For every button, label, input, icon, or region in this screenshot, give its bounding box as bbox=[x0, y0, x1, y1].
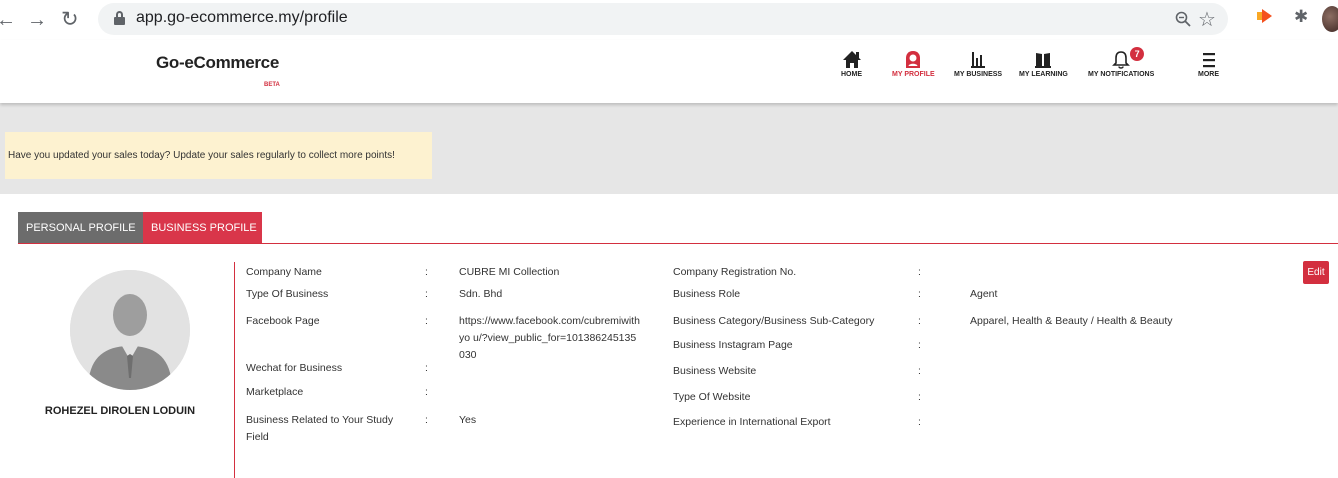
value-type-of-business: Sdn. Bhd bbox=[459, 288, 503, 300]
browser-toolbar: ← → ↻ app.go-ecommerce.my/profile ☆ ✱ bbox=[0, 0, 1338, 40]
separator: : bbox=[918, 339, 921, 351]
label-business-related-study: Business Related to Your Study Field bbox=[246, 414, 394, 443]
hamburger-icon bbox=[1202, 53, 1215, 68]
nav-my-business-label: MY BUSINESS bbox=[954, 71, 1003, 78]
label-international-export: Experience in International Export bbox=[673, 416, 831, 428]
business-chart-icon bbox=[971, 52, 986, 68]
nav-more[interactable]: MORE bbox=[1198, 49, 1219, 78]
value-business-role: Agent bbox=[970, 288, 998, 300]
label-type-of-business: Type Of Business bbox=[246, 288, 329, 300]
bell-wrapper: 7 bbox=[1111, 47, 1145, 71]
separator: : bbox=[425, 315, 428, 327]
profile-tabs: PERSONAL PROFILE BUSINESS PROFILE bbox=[18, 212, 262, 244]
nav-my-profile-label: MY PROFILE bbox=[892, 71, 935, 78]
label-marketplace: Marketplace bbox=[246, 386, 304, 398]
value-facebook-page[interactable]: https://www.facebook.com/cubremiwithyo u… bbox=[459, 313, 641, 364]
browser-avatar[interactable] bbox=[1322, 6, 1338, 32]
address-bar[interactable]: app.go-ecommerce.my/profile ☆ bbox=[98, 3, 1228, 35]
back-icon[interactable]: ← bbox=[0, 8, 16, 32]
lock-icon bbox=[114, 11, 125, 25]
separator: : bbox=[425, 362, 428, 374]
separator: : bbox=[918, 391, 921, 403]
home-icon bbox=[842, 51, 861, 68]
sales-notice: Have you updated your sales today? Updat… bbox=[5, 132, 432, 179]
url-text[interactable]: app.go-ecommerce.my/profile bbox=[136, 9, 348, 27]
site-header: Go-eCommerce BETA HOME MY PROFILE MY BUS… bbox=[0, 40, 1338, 103]
zoom-icon[interactable] bbox=[1175, 11, 1191, 27]
extension-arrow-icon[interactable] bbox=[1262, 9, 1272, 23]
book-icon bbox=[1035, 53, 1052, 68]
value-business-related-study: Yes bbox=[459, 414, 477, 426]
forward-icon[interactable]: → bbox=[27, 8, 47, 32]
separator: : bbox=[425, 266, 428, 278]
edit-button[interactable]: Edit bbox=[1303, 261, 1329, 284]
puzzle-icon[interactable]: ✱ bbox=[1294, 7, 1308, 27]
label-wechat: Wechat for Business bbox=[246, 362, 343, 374]
nav-home[interactable]: HOME bbox=[841, 49, 862, 78]
separator: : bbox=[918, 266, 921, 278]
nav-my-notifications-label: MY NOTIFICATIONS bbox=[1088, 71, 1155, 78]
beta-label: BETA bbox=[264, 82, 280, 88]
nav-more-label: MORE bbox=[1198, 71, 1219, 78]
separator: : bbox=[425, 414, 428, 426]
label-instagram-page: Business Instagram Page bbox=[673, 339, 793, 351]
value-company-name: CUBRE MI Collection bbox=[459, 266, 560, 278]
nav-my-learning[interactable]: MY LEARNING bbox=[1019, 49, 1068, 78]
value-business-category: Apparel, Health & Beauty / Health & Beau… bbox=[970, 315, 1173, 327]
nav-my-learning-label: MY LEARNING bbox=[1019, 71, 1068, 78]
bell-icon bbox=[1112, 51, 1131, 69]
label-business-website: Business Website bbox=[673, 365, 757, 377]
separator: : bbox=[918, 365, 921, 377]
site-logo[interactable]: Go-eCommerce bbox=[156, 53, 279, 73]
label-business-category: Business Category/Business Sub-Category bbox=[673, 315, 875, 327]
nav-home-label: HOME bbox=[841, 71, 862, 78]
profile-icon bbox=[906, 51, 921, 68]
section-divider bbox=[234, 262, 235, 478]
nav-my-business[interactable]: MY BUSINESS bbox=[954, 49, 1002, 78]
label-company-name: Company Name bbox=[246, 266, 322, 278]
label-facebook-page: Facebook Page bbox=[246, 315, 320, 327]
separator: : bbox=[918, 416, 921, 428]
nav-my-notifications[interactable]: 7 MY NOTIFICATIONS bbox=[1088, 47, 1155, 78]
label-company-registration: Company Registration No. bbox=[673, 266, 797, 278]
profile-name: ROHEZEL DIROLEN LODUIN bbox=[44, 405, 196, 417]
separator: : bbox=[918, 315, 921, 327]
tab-underline bbox=[18, 243, 1338, 244]
separator: : bbox=[425, 288, 428, 300]
tab-business-profile[interactable]: BUSINESS PROFILE bbox=[143, 212, 262, 244]
label-business-role: Business Role bbox=[673, 288, 741, 300]
notification-badge: 7 bbox=[1130, 47, 1145, 61]
tab-personal-profile[interactable]: PERSONAL PROFILE bbox=[18, 212, 143, 244]
separator: : bbox=[425, 386, 428, 398]
nav-my-profile[interactable]: MY PROFILE bbox=[892, 49, 935, 78]
bookmark-star-icon[interactable]: ☆ bbox=[1198, 7, 1216, 32]
avatar bbox=[70, 270, 190, 390]
default-user-icon bbox=[70, 270, 190, 390]
label-type-of-website: Type Of Website bbox=[673, 391, 751, 403]
separator: : bbox=[918, 288, 921, 300]
reload-icon[interactable]: ↻ bbox=[61, 8, 79, 32]
